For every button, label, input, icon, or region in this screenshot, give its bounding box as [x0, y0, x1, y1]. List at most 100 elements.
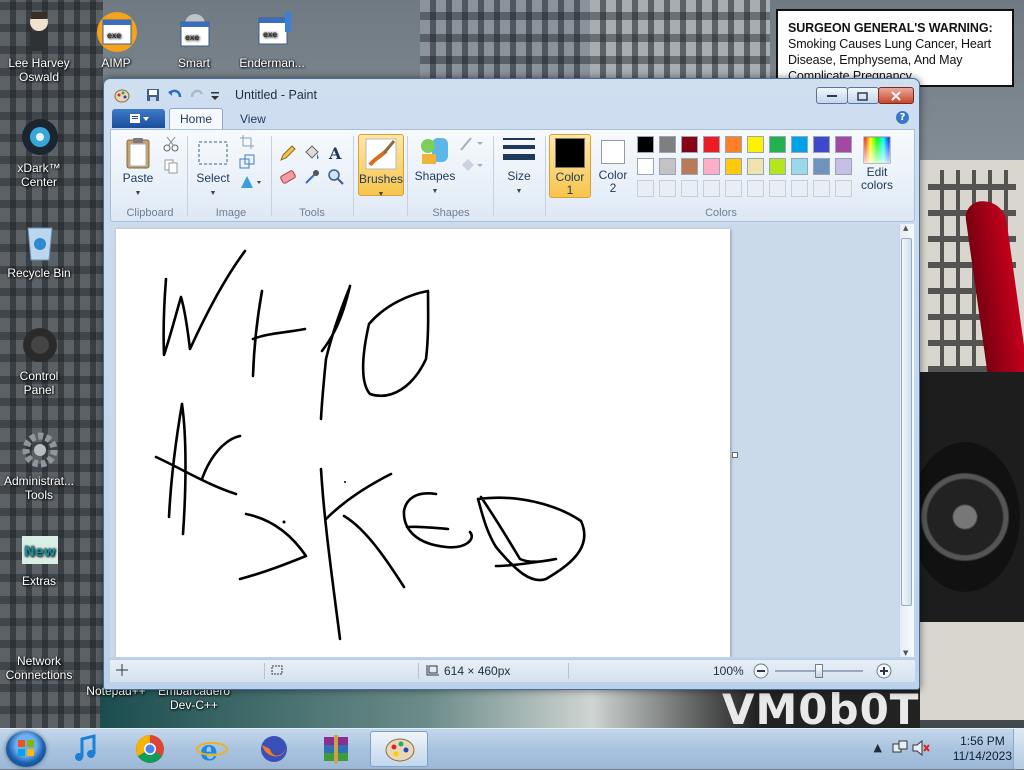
show-desktop-button[interactable] — [1013, 729, 1024, 769]
minimize-button[interactable] — [816, 87, 848, 104]
scrollbar-thumb[interactable] — [901, 238, 912, 606]
custom-color-slot[interactable] — [835, 180, 852, 197]
desktop-icon-network-connections[interactable]: Network Connections — [3, 634, 75, 682]
status-divider — [568, 663, 569, 679]
eraser-icon[interactable] — [279, 168, 297, 186]
undo-icon[interactable] — [167, 87, 183, 103]
pencil-icon[interactable] — [279, 144, 297, 162]
palette-swatch[interactable] — [835, 136, 852, 153]
desktop-icon-extras[interactable]: New Extras — [3, 528, 75, 588]
desktop-icon-enderman[interactable]: exe Enderman... — [236, 10, 308, 70]
palette-swatch[interactable] — [681, 158, 698, 175]
palette-swatch[interactable] — [637, 158, 654, 175]
fill-icon[interactable] — [459, 156, 485, 174]
paint-app-icon[interactable] — [114, 87, 130, 103]
desktop-icon-smart[interactable]: exe Smart — [158, 10, 230, 70]
desktop-icon-aimp[interactable]: exe AIMP — [80, 10, 152, 70]
custom-color-slot[interactable] — [769, 180, 786, 197]
custom-color-slot[interactable] — [791, 180, 808, 197]
palette-swatch[interactable] — [703, 158, 720, 175]
system-clock[interactable]: 1:56 PM 11/14/2023 — [953, 734, 1012, 764]
palette-swatch[interactable] — [813, 136, 830, 153]
brushes-button[interactable]: Brushes ▼ — [358, 134, 404, 198]
save-icon[interactable] — [145, 87, 161, 103]
palette-swatch[interactable] — [703, 136, 720, 153]
show-hidden-icons[interactable]: ▲ — [874, 741, 882, 754]
ribbon-separator — [407, 136, 408, 216]
palette-swatch[interactable] — [747, 158, 764, 175]
customize-quick-access-icon[interactable] — [209, 87, 225, 103]
color1-button[interactable]: Color 1 — [549, 134, 591, 198]
maximize-button[interactable] — [847, 87, 879, 104]
tab-home[interactable]: Home — [169, 108, 224, 129]
paste-button[interactable]: Paste ▼ — [117, 136, 159, 200]
palette-swatch[interactable] — [791, 136, 808, 153]
zoom-out-button[interactable] — [753, 663, 769, 682]
palette-swatch[interactable] — [835, 158, 852, 175]
start-button[interactable] — [6, 731, 46, 767]
custom-color-slot[interactable] — [703, 180, 720, 197]
palette-swatch[interactable] — [637, 136, 654, 153]
title-bar[interactable]: Untitled - Paint — [104, 79, 919, 109]
ribbon-separator — [187, 136, 188, 216]
taskbar-itunes[interactable] — [62, 731, 114, 767]
fill-bucket-icon[interactable] — [303, 144, 321, 162]
desktop-icon-recycle-bin[interactable]: Recycle Bin — [3, 220, 75, 280]
desktop-icon-xdark-center[interactable]: xDark™ Center — [3, 115, 75, 189]
palette-swatch[interactable] — [659, 136, 676, 153]
canvas-resize-handle[interactable] — [732, 452, 738, 458]
shapes-button[interactable]: Shapes ▼ — [413, 134, 457, 198]
crop-icon[interactable] — [239, 134, 257, 152]
custom-color-slot[interactable] — [637, 180, 654, 197]
redo-icon[interactable] — [189, 87, 205, 103]
drawing-canvas[interactable] — [116, 229, 730, 657]
help-icon[interactable]: ? — [896, 111, 909, 124]
palette-swatch[interactable] — [769, 136, 786, 153]
taskbar-winrar[interactable] — [310, 731, 362, 767]
palette-swatch[interactable] — [747, 136, 764, 153]
color-picker-icon[interactable] — [303, 168, 321, 186]
taskbar-internet-explorer[interactable]: e — [186, 731, 238, 767]
palette-swatch[interactable] — [725, 136, 742, 153]
text-tool-icon[interactable]: A — [327, 144, 345, 163]
desktop-icon-control-panel[interactable]: Control Panel — [3, 323, 75, 397]
desktop-icon-administrative-tools[interactable]: Administrat... Tools — [3, 428, 75, 502]
resize-icon[interactable] — [239, 154, 257, 172]
desktop-icon-lee-harvey-oswald[interactable]: Lee Harvey Oswald — [3, 10, 75, 84]
custom-color-slot[interactable] — [725, 180, 742, 197]
rotate-icon[interactable] — [239, 174, 263, 192]
volume-muted-icon[interactable] — [912, 739, 930, 759]
palette-swatch[interactable] — [681, 136, 698, 153]
close-button[interactable] — [878, 87, 914, 104]
copy-icon[interactable] — [163, 158, 181, 176]
tab-view[interactable]: View — [230, 108, 276, 129]
scroll-down-icon[interactable]: ▼ — [903, 649, 908, 657]
palette-swatch[interactable] — [813, 158, 830, 175]
custom-color-slot[interactable] — [747, 180, 764, 197]
warning-heading: SURGEON GENERAL'S WARNING: — [788, 21, 993, 35]
custom-color-slot[interactable] — [681, 180, 698, 197]
palette-swatch[interactable] — [725, 158, 742, 175]
color2-button[interactable]: Color 2 — [593, 134, 633, 196]
zoom-slider-thumb[interactable] — [815, 664, 823, 678]
file-menu-button[interactable] — [112, 109, 165, 128]
select-button[interactable]: Select ▼ — [193, 136, 233, 200]
palette-swatch[interactable] — [791, 158, 808, 175]
network-tray-icon[interactable] — [892, 740, 908, 759]
cut-icon[interactable] — [163, 136, 181, 154]
edit-colors-button[interactable]: Edit colors — [855, 136, 899, 192]
taskbar-firefox[interactable] — [248, 731, 300, 767]
scroll-up-icon[interactable]: ▲ — [903, 224, 908, 232]
vertical-scrollbar[interactable]: ▲ ▼ — [899, 224, 914, 657]
ribbon-home: Paste ▼ Clipboard Select ▼ Image A Tools… — [110, 129, 915, 222]
zoom-in-button[interactable] — [876, 663, 892, 682]
outline-icon[interactable] — [459, 134, 485, 152]
palette-swatch[interactable] — [769, 158, 786, 175]
magnifier-icon[interactable] — [327, 168, 345, 186]
size-button[interactable]: Size ▼ — [499, 134, 539, 198]
taskbar-chrome[interactable] — [124, 731, 176, 767]
palette-swatch[interactable] — [659, 158, 676, 175]
taskbar-paint[interactable] — [370, 731, 428, 767]
custom-color-slot[interactable] — [659, 180, 676, 197]
custom-color-slot[interactable] — [813, 180, 830, 197]
